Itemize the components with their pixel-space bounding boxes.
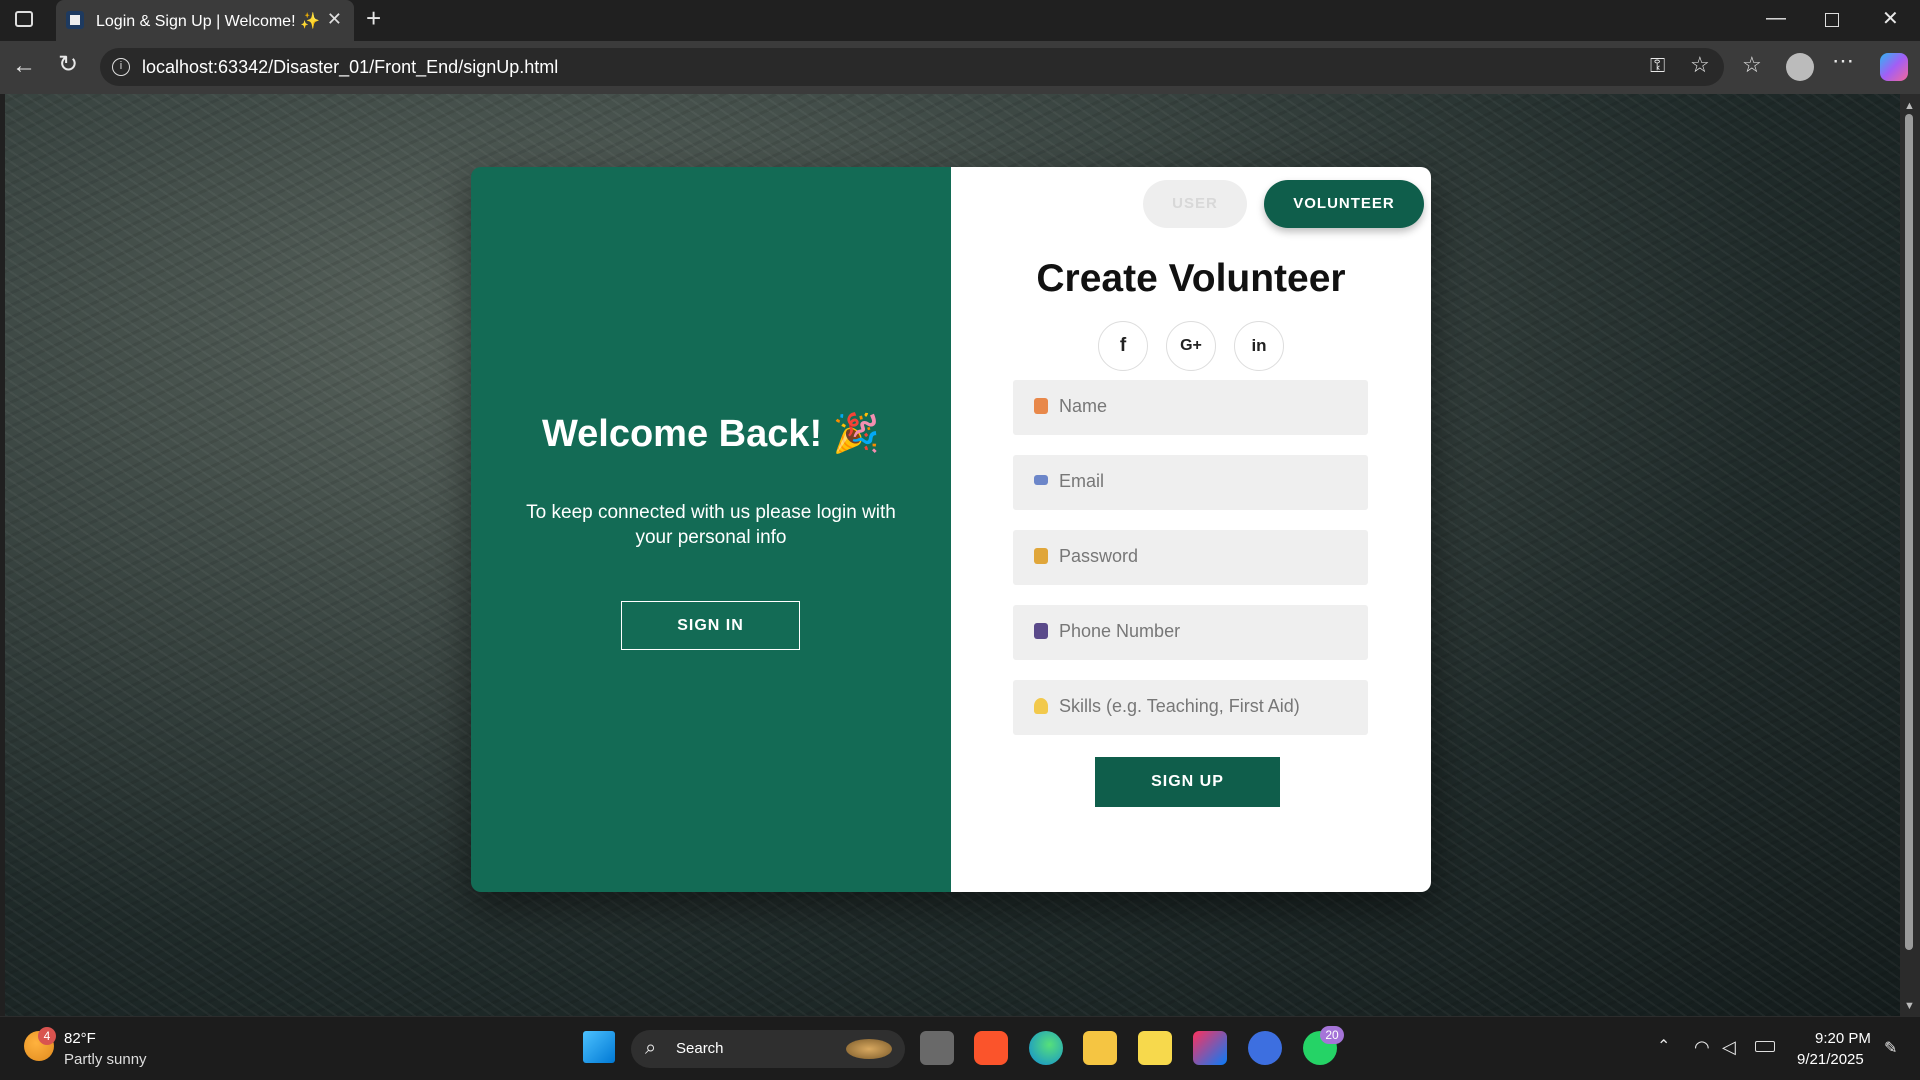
url-text: localhost:63342/Disaster_01/Front_End/si… bbox=[142, 57, 559, 77]
intellij-favicon-icon bbox=[66, 11, 84, 29]
saturn-decoration-icon bbox=[846, 1039, 892, 1059]
scroll-up-icon[interactable]: ▲ bbox=[1904, 96, 1915, 116]
google-plus-icon[interactable]: G+ bbox=[1166, 321, 1216, 371]
copilot-icon[interactable] bbox=[1880, 53, 1908, 81]
phone-icon bbox=[1034, 623, 1048, 639]
email-field[interactable]: Email bbox=[1013, 455, 1368, 510]
brave-browser-icon[interactable] bbox=[974, 1031, 1008, 1065]
back-icon[interactable]: ← bbox=[12, 54, 36, 78]
weather-temp[interactable]: 82°F bbox=[64, 1030, 96, 1047]
restore-icon[interactable] bbox=[1825, 13, 1839, 27]
facebook-icon[interactable]: f bbox=[1098, 321, 1148, 371]
start-icon[interactable] bbox=[583, 1031, 615, 1063]
browser-tab[interactable]: Login & Sign Up | Welcome! ✨ ✕ bbox=[56, 0, 354, 41]
scroll-down-icon[interactable]: ▼ bbox=[1904, 996, 1915, 1016]
auth-card: Welcome Back! 🎉 To keep connected with u… bbox=[471, 167, 1431, 892]
name-placeholder: Name bbox=[1059, 396, 1108, 416]
weather-badge: 4 bbox=[38, 1027, 56, 1045]
task-view-icon[interactable] bbox=[920, 1031, 954, 1065]
scrollbar-thumb[interactable] bbox=[1905, 114, 1913, 950]
browser-address-bar: ← ↻ i localhost:63342/Disaster_01/Front_… bbox=[0, 41, 1920, 94]
lightbulb-icon bbox=[1034, 698, 1048, 714]
browser-tab-bar: Login & Sign Up | Welcome! ✨ ✕ + — ✕ bbox=[0, 0, 1920, 41]
user-icon bbox=[1034, 398, 1048, 414]
user-role-tab[interactable]: USER bbox=[1143, 180, 1247, 228]
signup-panel: USER VOLUNTEER Create Volunteer f G+ in … bbox=[951, 167, 1431, 892]
welcome-panel: Welcome Back! 🎉 To keep connected with u… bbox=[471, 167, 951, 892]
email-icon bbox=[1034, 475, 1048, 485]
skills-field[interactable]: Skills (e.g. Teaching, First Aid) bbox=[1013, 680, 1368, 735]
volume-icon[interactable]: ◁ bbox=[1722, 1037, 1736, 1057]
volunteer-role-tab[interactable]: VOLUNTEER bbox=[1264, 180, 1424, 228]
site-info-icon[interactable]: i bbox=[112, 58, 130, 76]
skills-placeholder: Skills (e.g. Teaching, First Aid) bbox=[1059, 696, 1300, 716]
show-hidden-icons[interactable]: ⌃ bbox=[1657, 1037, 1670, 1057]
email-placeholder: Email bbox=[1059, 471, 1105, 491]
weather-desc[interactable]: Partly sunny bbox=[64, 1051, 147, 1068]
favorite-star-icon[interactable]: ☆ bbox=[1690, 54, 1710, 76]
file-explorer-icon[interactable] bbox=[1083, 1031, 1117, 1065]
scrollbar[interactable]: ▲ ▼ bbox=[1900, 94, 1920, 1016]
wifi-icon[interactable]: ◠ bbox=[1694, 1037, 1710, 1057]
welcome-heading: Welcome Back! 🎉 bbox=[541, 413, 881, 455]
key-icon[interactable]: ⚿ bbox=[1650, 56, 1665, 76]
sticky-notes-icon[interactable] bbox=[1138, 1031, 1172, 1065]
url-field[interactable]: i localhost:63342/Disaster_01/Front_End/… bbox=[100, 48, 1724, 86]
clock-date[interactable]: 9/21/2025 bbox=[1797, 1051, 1864, 1068]
clock-time[interactable]: 9:20 PM bbox=[1815, 1030, 1871, 1047]
password-placeholder: Password bbox=[1059, 546, 1139, 566]
intellij-icon[interactable] bbox=[1193, 1031, 1227, 1065]
more-menu-icon[interactable]: ⋯ bbox=[1832, 50, 1854, 72]
notification-icon[interactable]: ✎ bbox=[1884, 1039, 1897, 1059]
minimize-icon[interactable]: — bbox=[1766, 8, 1786, 28]
password-field[interactable]: Password bbox=[1013, 530, 1368, 585]
name-field[interactable]: Name bbox=[1013, 380, 1368, 435]
phone-placeholder: Phone Number bbox=[1059, 621, 1181, 641]
sidebar-toggle-icon[interactable] bbox=[15, 11, 33, 27]
sign-up-button[interactable]: SIGN UP bbox=[1095, 757, 1280, 807]
favorites-list-icon[interactable]: ☆ bbox=[1742, 54, 1762, 76]
lock-icon bbox=[1034, 548, 1048, 564]
close-window-icon[interactable]: ✕ bbox=[1882, 9, 1899, 29]
linkedin-icon[interactable]: in bbox=[1234, 321, 1284, 371]
form-title: Create Volunteer bbox=[1036, 257, 1346, 300]
whatsapp-badge: 20 bbox=[1320, 1026, 1344, 1044]
battery-icon[interactable] bbox=[1755, 1041, 1775, 1052]
assistant-app-icon[interactable] bbox=[1248, 1031, 1282, 1065]
tab-title: Login & Sign Up | Welcome! ✨ bbox=[96, 13, 320, 30]
search-label: Search bbox=[676, 1040, 724, 1057]
new-tab-icon[interactable]: + bbox=[366, 5, 381, 31]
refresh-icon[interactable]: ↻ bbox=[58, 53, 78, 77]
search-box[interactable]: ⌕ Search bbox=[631, 1030, 905, 1068]
profile-avatar-icon[interactable] bbox=[1786, 53, 1814, 81]
sign-in-button[interactable]: SIGN IN bbox=[621, 601, 800, 650]
search-icon: ⌕ bbox=[645, 1037, 657, 1059]
windows-taskbar: 4 82°F Partly sunny ⌕ Search 20 ⌃ ◠ ◁ 9:… bbox=[0, 1016, 1920, 1080]
edge-browser-icon[interactable] bbox=[1029, 1031, 1063, 1065]
welcome-text: To keep connected with us please login w… bbox=[526, 502, 896, 548]
close-tab-icon[interactable]: ✕ bbox=[327, 9, 342, 30]
phone-field[interactable]: Phone Number bbox=[1013, 605, 1368, 660]
